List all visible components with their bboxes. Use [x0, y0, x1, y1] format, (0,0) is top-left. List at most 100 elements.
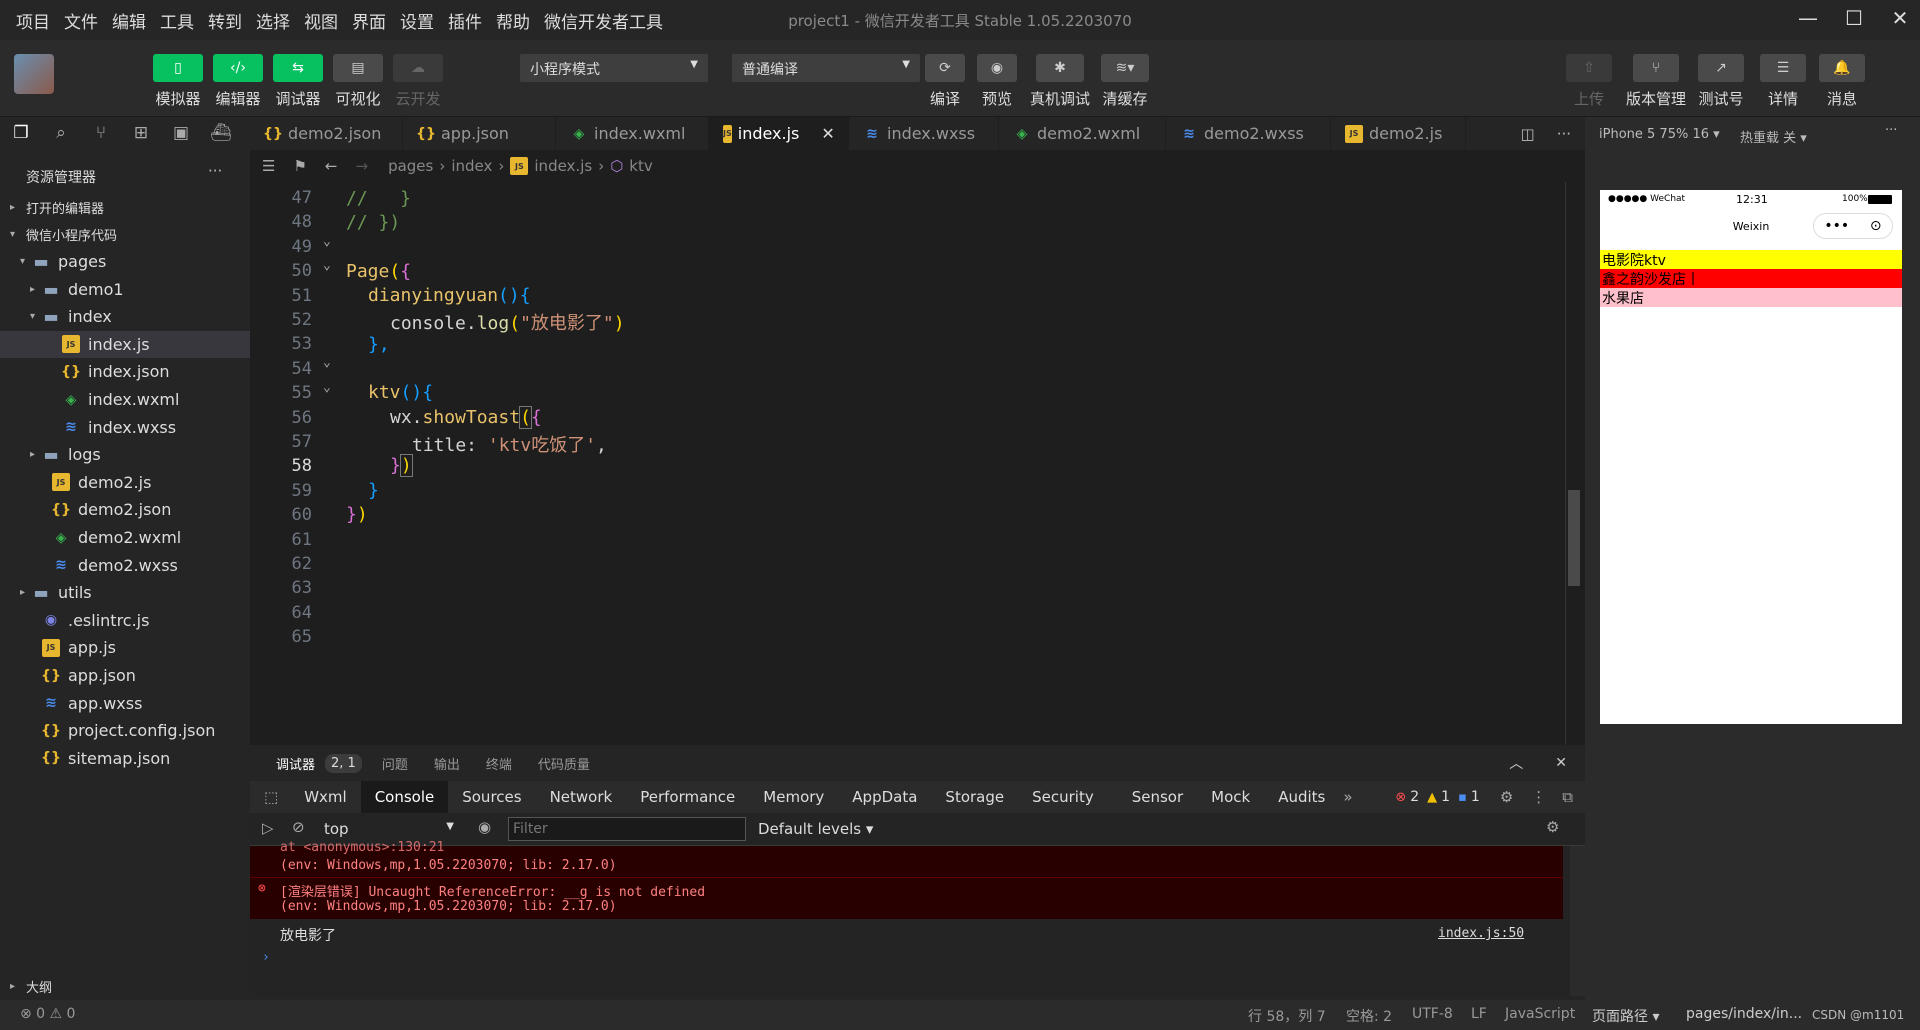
hot-reload-toggle[interactable]: 热重载 关 ▾ [1740, 127, 1807, 146]
encoding[interactable]: UTF-8 [1412, 1006, 1453, 1022]
device-select[interactable]: iPhone 5 75% 16 ▾ [1599, 127, 1720, 142]
context-select[interactable]: top ▼ [320, 817, 460, 841]
tree-item[interactable]: {} project.config.json [0, 717, 250, 744]
more-icon[interactable]: ··· [1885, 123, 1897, 138]
tree-item[interactable]: ▾ ▬ index [0, 303, 250, 330]
error-count[interactable]: 2 [1410, 789, 1419, 805]
tab-debugger[interactable]: 调试器 [276, 754, 315, 773]
editor-button[interactable]: ‹/› [213, 54, 263, 82]
code-editor[interactable]: 47 48 49 50 51 52 53 54 55 56 57 58 59 60 61 62 63 64 65 /… [250, 182, 1585, 745]
messages-button[interactable]: 🔔 [1819, 54, 1865, 82]
tab-terminal[interactable]: 终端 [486, 754, 512, 773]
tree-item[interactable]: ≋ app.wxss [0, 690, 250, 717]
indent-spaces[interactable]: 空格: 2 [1346, 1006, 1392, 1026]
editor-scrollbar[interactable] [1565, 182, 1581, 745]
cursor-position[interactable]: 行 58，列 7 [1248, 1006, 1326, 1026]
preview-button[interactable]: ◉ [977, 54, 1017, 82]
compile-mode-select[interactable]: 普通编译 ▼ [732, 54, 920, 82]
tree-item[interactable]: ◈ demo2.wxml [0, 524, 250, 551]
tab-index-wxss[interactable]: ≋ index.wxss [849, 117, 999, 150]
tree-item[interactable]: ▸ ▬ logs [0, 441, 250, 468]
kebab-icon[interactable]: ⋮ [1531, 788, 1546, 806]
cloud-button[interactable]: ☁ [393, 54, 443, 82]
tree-item[interactable]: ▸ ▬ demo1 [0, 276, 250, 303]
debugger-button[interactable]: ⇆ [273, 54, 323, 82]
more-icon[interactable]: ··· [1557, 125, 1571, 143]
tree-item[interactable]: JS index.js [0, 330, 250, 358]
eye-icon[interactable]: ◉ [478, 818, 491, 836]
tree-item[interactable]: JS demo2.js [0, 469, 250, 496]
maximize-icon[interactable]: ☐ [1834, 6, 1874, 34]
tab-demo2-wxml[interactable]: ◈ demo2.wxml [999, 117, 1166, 150]
tab-index-js[interactable]: JS index.js ✕ [709, 117, 849, 150]
arrow-left-icon[interactable]: ← [325, 157, 338, 175]
close-circle-icon[interactable]: ⊙ [1870, 218, 1882, 234]
tab-sensor[interactable]: Sensor [1118, 781, 1197, 813]
log-levels-select[interactable]: Default levels ▾ [758, 820, 873, 838]
upload-button[interactable]: ⇧ [1566, 54, 1612, 82]
console-settings-icon[interactable]: ⚙ [1546, 818, 1559, 836]
close-window-icon[interactable]: ✕ [1880, 6, 1920, 34]
test-account-button[interactable]: ↗ [1698, 54, 1744, 82]
page-path-select[interactable]: 页面路径 ▾ [1592, 1006, 1659, 1026]
project-section[interactable]: ▾ 微信小程序代码 [0, 221, 250, 248]
tab-performance[interactable]: Performance [626, 781, 749, 813]
tab-code-quality[interactable]: 代码质量 [538, 754, 590, 773]
search-icon[interactable]: ⌕ [50, 123, 72, 145]
storage-icon[interactable]: ▣ [170, 123, 192, 145]
source-control-icon[interactable]: ⑂ [90, 123, 112, 145]
tab-index-wxml[interactable]: ◈ index.wxml [556, 117, 709, 150]
more-icon[interactable]: ··· [208, 162, 222, 180]
tree-item[interactable]: JS app.js [0, 634, 250, 661]
tab-demo2-wxss[interactable]: ≋ demo2.wxss [1166, 117, 1331, 150]
open-editors-section[interactable]: ▸ 打开的编辑器 [0, 194, 250, 221]
details-button[interactable]: ☰ [1760, 54, 1806, 82]
tab-network[interactable]: Network [536, 781, 627, 813]
avatar[interactable] [14, 54, 54, 94]
tab-sources[interactable]: Sources [448, 781, 535, 813]
close-panel-icon[interactable]: ✕ [1555, 755, 1567, 771]
fold-icon[interactable]: ⌄ [323, 380, 331, 395]
remote-debug-button[interactable]: ✱ [1036, 54, 1084, 82]
more-dots-icon[interactable]: ••• [1824, 218, 1849, 234]
inspect-icon[interactable]: ⬚ [264, 788, 278, 806]
language-mode[interactable]: JavaScript [1505, 1006, 1575, 1022]
split-editor-icon[interactable]: ◫ [1521, 125, 1535, 143]
compile-button[interactable]: ⟳ [925, 54, 965, 82]
undock-icon[interactable]: ⧉ [1562, 788, 1573, 806]
tree-item[interactable]: ◈ index.wxml [0, 386, 250, 413]
console-filter-input[interactable] [508, 817, 746, 841]
tab-problems[interactable]: 问题 [382, 754, 408, 773]
tab-mock[interactable]: Mock [1197, 781, 1264, 813]
clear-console-icon[interactable]: ⊘ [292, 818, 305, 836]
tree-item[interactable]: {} app.json [0, 662, 250, 689]
tab-console[interactable]: Console [360, 781, 449, 813]
tab-security[interactable]: Security [1018, 781, 1108, 813]
mode-select[interactable]: 小程序模式 ▼ [520, 54, 708, 82]
tab-wxml[interactable]: Wxml [290, 781, 361, 813]
breadcrumb-index[interactable]: index [451, 157, 492, 175]
problems-count[interactable]: ⊗ 0 ⚠ 0 [20, 1006, 75, 1022]
arrow-right-icon[interactable]: → [355, 157, 368, 175]
tab-app-json[interactable]: {} app.json [403, 117, 556, 150]
gear-icon[interactable]: ⚙ [1500, 788, 1513, 806]
tab-audits[interactable]: Audits [1264, 781, 1339, 813]
files-icon[interactable]: ❐ [10, 123, 32, 145]
capsule-menu[interactable]: ••• ⊙ [1813, 213, 1893, 239]
page-row[interactable]: 电影院ktv [1600, 250, 1902, 269]
breadcrumb-symbol[interactable]: ktv [629, 157, 652, 175]
tab-memory[interactable]: Memory [749, 781, 838, 813]
breadcrumb-file[interactable]: index.js [534, 157, 592, 175]
visual-button[interactable]: ▤ [333, 54, 383, 82]
page-row[interactable]: 鑫之韵沙发店丨 [1600, 269, 1902, 288]
tree-item[interactable]: {} index.json [0, 358, 250, 385]
tree-item[interactable]: ≋ index.wxss [0, 414, 250, 441]
fold-icon[interactable]: ⌄ [323, 258, 331, 273]
docker-icon[interactable]: ⛴ [210, 123, 232, 145]
fold-icon[interactable]: ⌄ [323, 234, 331, 249]
list-icon[interactable]: ☰ [262, 157, 275, 175]
prompt-chevron-icon[interactable]: › [262, 950, 270, 965]
tab-demo2-js[interactable]: JS demo2.js [1331, 117, 1466, 150]
tab-output[interactable]: 输出 [434, 754, 460, 773]
simulator-button[interactable]: ▯ [153, 54, 203, 82]
